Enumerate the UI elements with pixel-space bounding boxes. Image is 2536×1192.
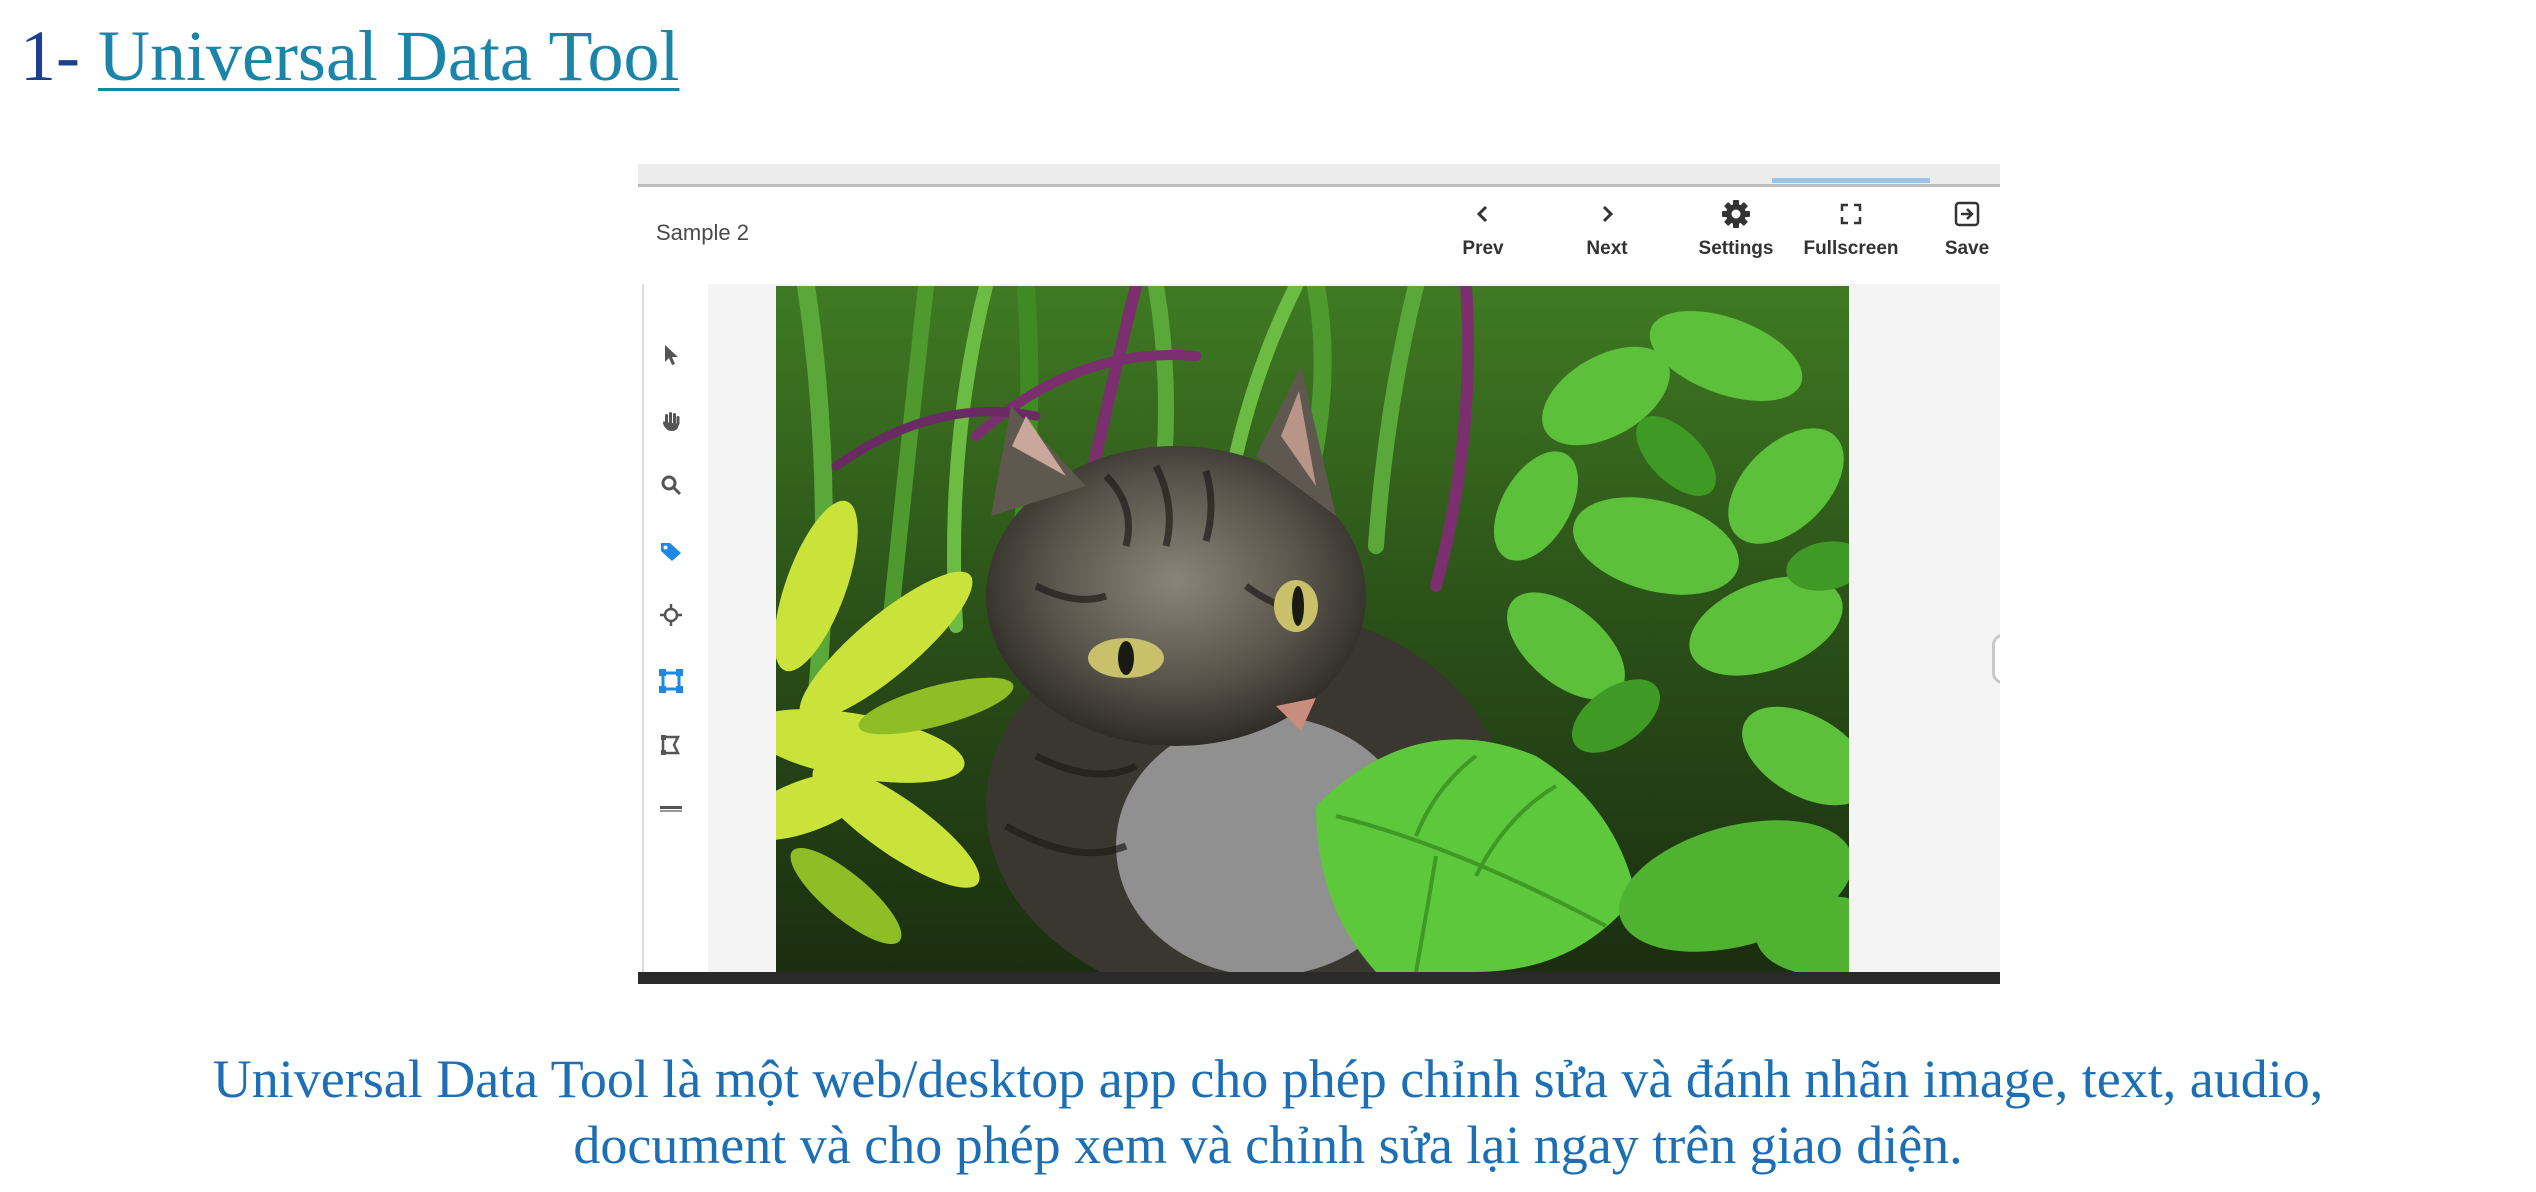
fullscreen-label: Fullscreen [1803,238,1899,259]
universal-data-tool-link[interactable]: Universal Data Tool [98,16,679,96]
description-caption: Universal Data Tool là một web/desktop a… [0,1046,2536,1178]
bounding-box-icon [658,668,684,699]
exit-to-app-icon [1953,192,1981,236]
zoom-tool[interactable] [656,472,686,502]
line-icon [659,802,683,820]
bounding-box-tool[interactable] [656,668,686,698]
fullscreen-button[interactable]: Fullscreen [1796,192,1906,282]
settings-button[interactable]: Settings [1688,192,1784,282]
chevron-right-icon [1597,192,1617,236]
sample-kitten-image [739,277,1896,984]
fullscreen-icon [1839,192,1863,236]
section-heading: 1- Universal Data Tool [20,10,679,102]
line-tool[interactable] [656,796,686,826]
right-panel-handle[interactable] [1992,634,2000,684]
next-label: Next [1586,238,1628,259]
chevron-left-icon [1473,192,1493,236]
active-tab-indicator [1772,178,1930,183]
header-toolbar: Prev Next Settings Fullscreen Save [1448,192,1992,282]
sidebar-left-border [642,284,644,974]
settings-label: Settings [1698,238,1774,259]
prev-button[interactable]: Prev [1448,192,1518,282]
point-tool[interactable] [656,602,686,632]
polygon-icon [659,733,683,762]
polygon-tool[interactable] [656,732,686,762]
gear-icon [1721,192,1751,236]
prev-label: Prev [1462,238,1504,259]
pan-hand-icon [661,410,681,437]
caption-line-1: Universal Data Tool là một web/desktop a… [212,1049,2324,1109]
caption-line-2: document và cho phép xem và chỉnh sửa lạ… [573,1115,1963,1175]
pointer-tool[interactable] [656,342,686,372]
tag-icon [659,540,683,567]
sample-title: Sample 2 [656,220,749,245]
crosshair-point-icon [659,603,683,632]
bottom-bar [638,972,2000,984]
zoom-icon [660,474,682,501]
save-button[interactable]: Save [1942,192,1992,282]
section-number: 1- [20,16,80,96]
app-screenshot: Sample 2 Prev Next Settings Fullscreen S… [638,164,2000,984]
tool-sidebar [638,284,708,974]
save-label: Save [1944,238,1990,259]
pointer-icon [662,344,680,371]
header-divider [638,184,2000,187]
tag-tool[interactable] [656,538,686,568]
pan-tool[interactable] [656,408,686,438]
next-button[interactable]: Next [1572,192,1642,282]
